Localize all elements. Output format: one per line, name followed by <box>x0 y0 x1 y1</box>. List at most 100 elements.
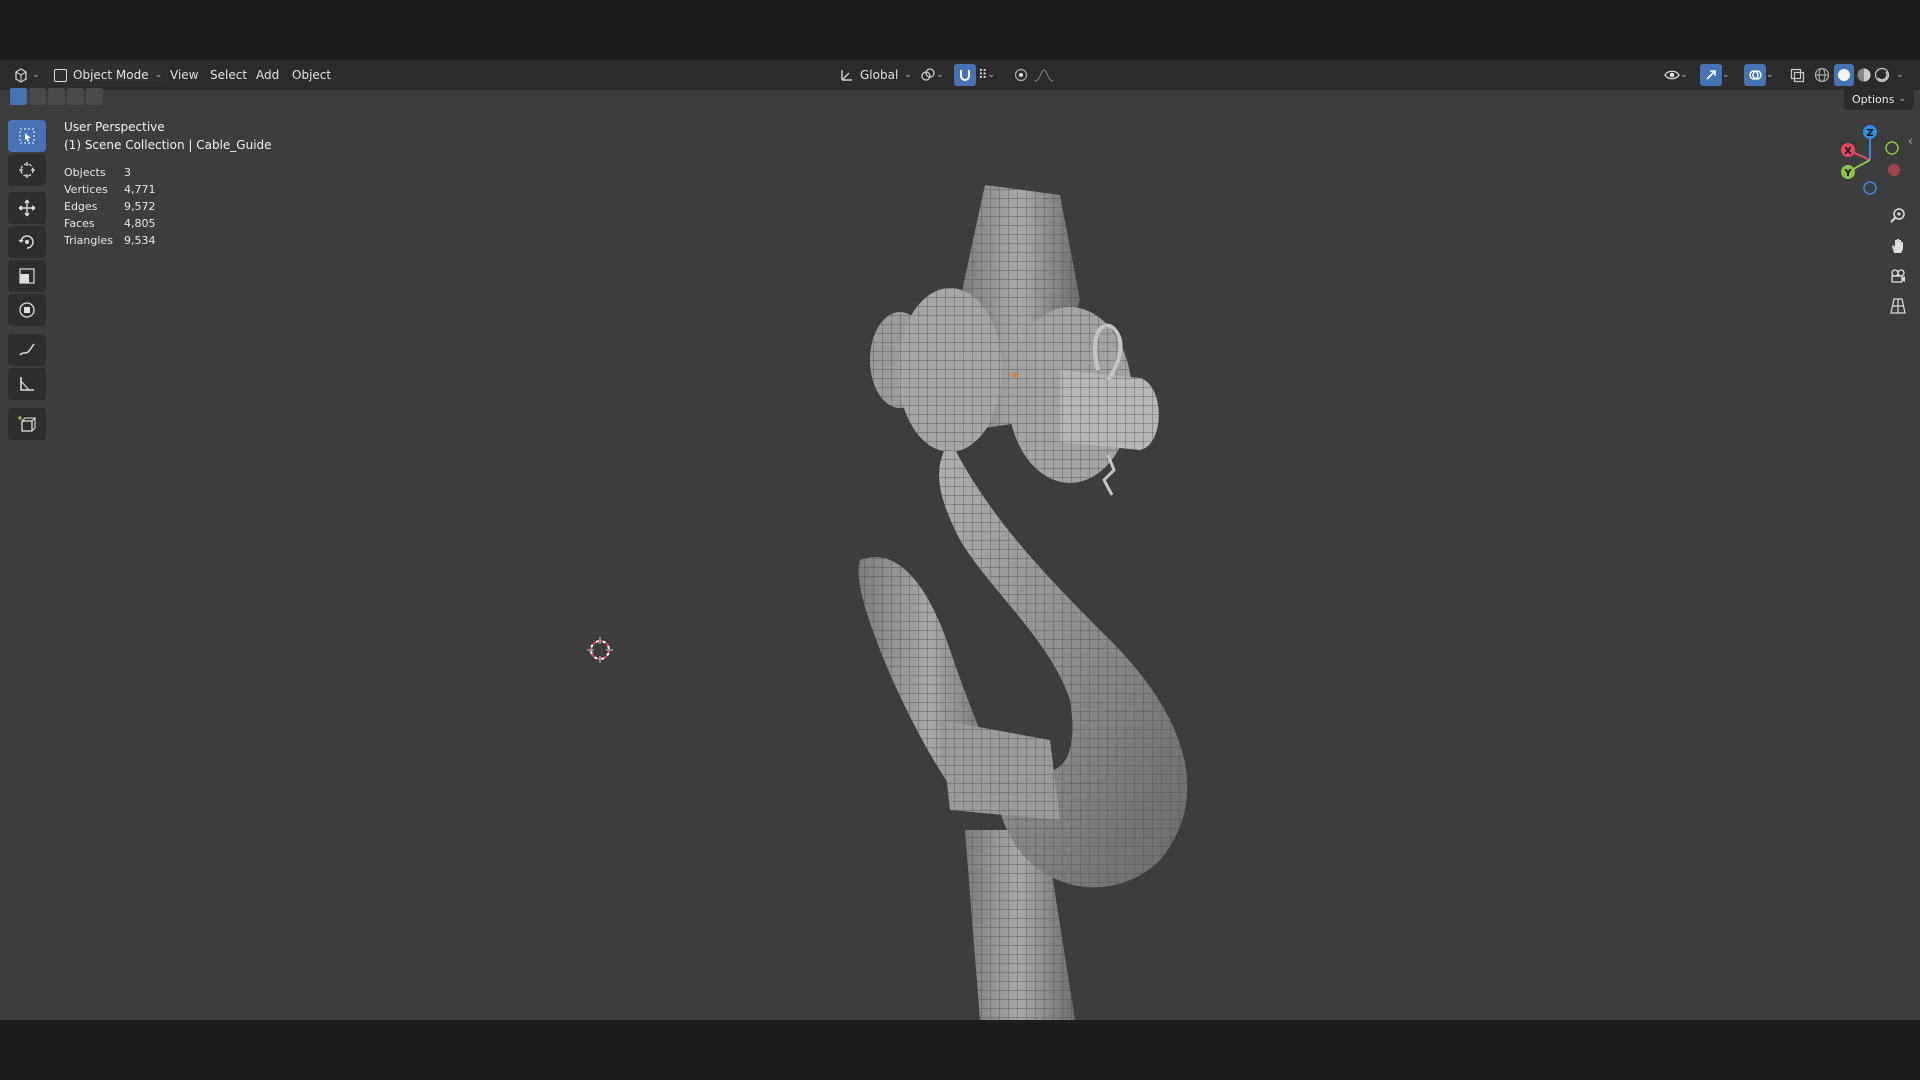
stat-label: Faces <box>64 217 95 230</box>
stat-value: 3 <box>124 166 131 179</box>
annotate-tool[interactable] <box>8 334 46 366</box>
chevron-down-icon: ⌄ <box>936 70 944 80</box>
scale-icon <box>19 268 35 284</box>
shading-solid-button[interactable] <box>1834 64 1854 86</box>
select-extend-mode-button[interactable] <box>29 88 46 105</box>
camera-icon <box>1891 269 1905 283</box>
shading-rendered-button[interactable] <box>1874 64 1890 86</box>
menu-view[interactable]: View <box>164 64 204 86</box>
hook-3d-model[interactable] <box>0 90 1920 1020</box>
pivot-icon <box>921 68 935 81</box>
pan-button[interactable] <box>1884 232 1912 260</box>
select-subtract-mode-button[interactable] <box>48 88 65 105</box>
menu-object[interactable]: Object <box>286 64 337 86</box>
add-cube-icon <box>18 416 36 432</box>
sidebar-expand-icon[interactable]: ‹ <box>1908 134 1913 148</box>
rotate-tool[interactable] <box>8 226 46 258</box>
chevron-down-icon: ⌄ <box>1766 70 1774 80</box>
chevron-down-icon: ⌄ <box>1680 70 1688 80</box>
snap-grid-icon: ⠿ <box>978 67 988 83</box>
object-mode-icon <box>54 68 67 82</box>
zoom-button[interactable] <box>1884 202 1912 230</box>
stat-row: Triangles 9,534 <box>64 232 156 249</box>
stat-label: Vertices <box>64 183 108 196</box>
camera-view-button[interactable] <box>1884 262 1912 290</box>
xray-icon <box>1790 68 1805 82</box>
falloff-curve-icon <box>1034 69 1054 82</box>
gizmo-neg-z[interactable] <box>1863 181 1877 195</box>
overlays-icon <box>1744 64 1766 86</box>
orientation-axes-icon <box>841 70 852 81</box>
snap-toggle[interactable] <box>954 64 976 86</box>
gizmo-neg-x[interactable] <box>1888 164 1900 176</box>
gizmo-x-label: X <box>1844 146 1852 157</box>
3d-cursor-icon[interactable] <box>584 634 616 666</box>
grid-perspective-icon <box>1890 298 1906 314</box>
rendered-sphere-icon <box>1874 67 1890 83</box>
stat-value: 9,572 <box>124 200 156 213</box>
wireframe-sphere-icon <box>1814 67 1830 83</box>
xray-toggle[interactable] <box>1790 64 1805 86</box>
transform-tool[interactable] <box>8 294 46 326</box>
proportional-editing-toggle[interactable] <box>1014 64 1028 86</box>
menu-add[interactable]: Add <box>250 64 285 86</box>
measure-tool[interactable] <box>8 368 46 400</box>
move-tool[interactable] <box>8 192 46 224</box>
gizmo-toggle[interactable]: ⌄ <box>1700 64 1730 86</box>
view-name: User Perspective <box>64 120 165 134</box>
stat-row: Vertices 4,771 <box>64 181 156 198</box>
editor-type-dropdown[interactable]: ⌄ <box>10 64 40 86</box>
gizmo-neg-y[interactable] <box>1885 141 1899 155</box>
options-dropdown[interactable]: Options ⌄ <box>1844 88 1914 110</box>
gizmo-y-label: Y <box>1843 168 1852 179</box>
chevron-down-icon: ⌄ <box>1896 70 1904 80</box>
select-box-tool[interactable] <box>8 120 46 152</box>
add-cube-tool[interactable] <box>8 408 46 440</box>
select-intersect-mode-button[interactable] <box>86 88 103 105</box>
gizmo-z-label: Z <box>1866 128 1873 139</box>
cursor-icon <box>19 162 35 178</box>
navigation-gizmo[interactable]: Z X Y <box>1830 118 1910 198</box>
scale-tool[interactable] <box>8 260 46 292</box>
eye-icon <box>1664 70 1680 80</box>
shading-material-button[interactable] <box>1856 64 1872 86</box>
pivot-point-dropdown[interactable]: ⌄ <box>920 64 944 86</box>
cursor-tool[interactable] <box>8 154 46 186</box>
top-letterbox-bar <box>0 0 1920 60</box>
options-label: Options <box>1852 92 1895 106</box>
shading-options-dropdown[interactable]: ⌄ <box>1896 64 1904 86</box>
transform-orientation-dropdown[interactable]: Global ⌄ <box>834 64 918 86</box>
chevron-down-icon: ⌄ <box>1722 70 1730 80</box>
stat-row: Objects 3 <box>64 164 156 181</box>
select-invert-mode-button[interactable] <box>67 88 84 105</box>
stat-value: 4,771 <box>124 183 156 196</box>
stat-value: 9,534 <box>124 234 156 247</box>
menu-object-label: Object <box>292 68 332 82</box>
falloff-dropdown[interactable] <box>1034 64 1056 86</box>
menu-select[interactable]: Select <box>204 64 253 86</box>
measure-icon <box>20 377 34 391</box>
proportional-edit-icon <box>1014 68 1028 82</box>
snap-target-dropdown[interactable]: ⠿ ⌄ <box>978 64 995 86</box>
3d-viewport[interactable] <box>0 90 1920 1020</box>
overlays-toggle[interactable]: ⌄ <box>1744 64 1774 86</box>
shading-wireframe-button[interactable] <box>1814 64 1830 86</box>
annotate-icon <box>19 343 35 356</box>
scene-statistics: Objects 3 Vertices 4,771 Edges 9,572 Faces 4… <box>64 164 156 249</box>
snap-magnet-icon <box>954 64 976 86</box>
solid-sphere-icon <box>1834 64 1854 86</box>
menu-select-label: Select <box>210 68 248 82</box>
mode-dropdown[interactable]: Object Mode ⌄ <box>48 64 169 86</box>
3d-viewport-icon <box>10 64 32 86</box>
zoom-icon <box>1890 208 1905 223</box>
chevron-down-icon: ⌄ <box>1898 94 1906 104</box>
visibility-dropdown[interactable]: ⌄ <box>1664 64 1688 86</box>
select-new-mode-button[interactable] <box>10 88 27 105</box>
perspective-toggle-button[interactable] <box>1884 292 1912 320</box>
chevron-down-icon: ⌄ <box>154 70 163 80</box>
move-icon <box>18 199 36 217</box>
orientation-label: Global <box>860 68 899 82</box>
stat-row: Edges 9,572 <box>64 198 156 215</box>
menu-view-label: View <box>170 68 199 82</box>
transform-icon <box>19 302 35 318</box>
